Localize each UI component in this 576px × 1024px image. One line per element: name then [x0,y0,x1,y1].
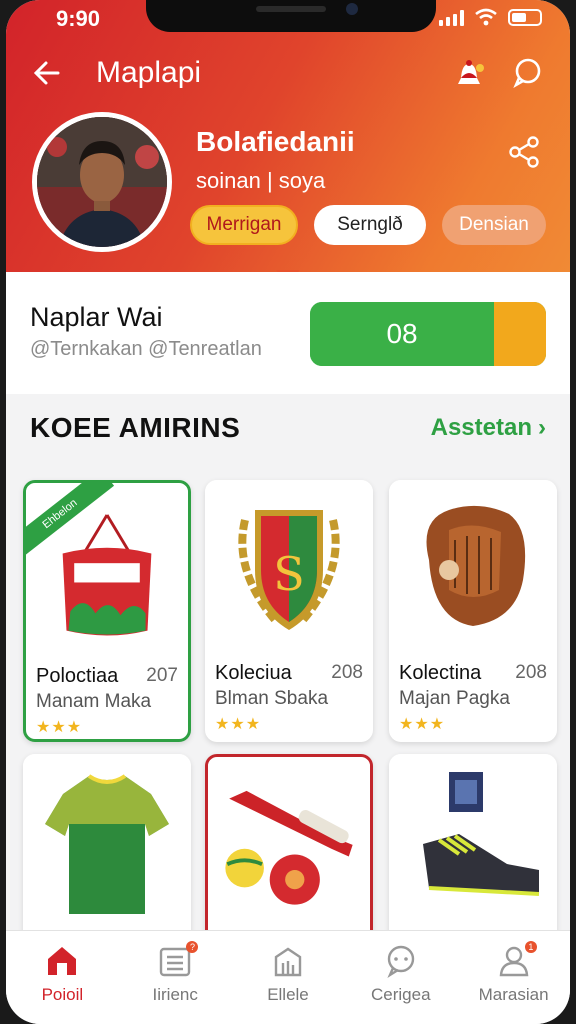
page-title: Maplapi [96,56,202,89]
product-image-glove [389,480,557,650]
product-image-jersey [23,754,191,924]
tab-label: Iirienc [152,985,198,1004]
profile-subtitle: soinan | soya [196,168,326,193]
tab-badge: ? [186,941,199,953]
merrigan-chip[interactable]: Merrigan [190,205,298,245]
status-time: 9:90 [56,6,101,31]
tab-building[interactable]: Ellele [232,931,345,1024]
product-card[interactable] [205,754,373,954]
wifi-icon [475,8,497,26]
user-handle: @Ternkakan @Tenreatlan [30,338,262,360]
tab-label: Cerigea [371,985,431,1004]
tab-profile[interactable]: 1 Marasian [457,931,570,1024]
signal-icon [439,10,464,26]
product-rating: ★★★ [36,719,83,736]
avatar[interactable] [32,112,172,252]
user-summary-card: Naplar Wai @Ternkakan @Tenreatlan 08 [6,272,570,394]
score-value: 08 [310,302,495,366]
phone-screen: 9:90 Maplapi Bolafiedanii soinan | soya … [6,0,570,1024]
svg-text:S: S [273,547,305,601]
home-icon [48,947,77,975]
chevron-right-icon: › [538,414,546,441]
tab-chat[interactable]: Cerigea [344,931,457,1024]
score-bar[interactable]: 08 [310,302,546,366]
product-card[interactable] [23,754,191,954]
product-image-boots [389,754,557,924]
product-rating: ★★★ [399,716,446,733]
product-image-horn-balls [208,757,370,927]
product-subtitle: Blman Sbaka [215,688,329,709]
product-card[interactable]: Ehbelon Poloctiaa 207 Manam Maka ★★★ [23,480,191,742]
product-subtitle: Manam Maka [36,691,152,712]
profile-header: 9:90 Maplapi Bolafiedanii soinan | soya … [6,0,570,272]
status-icons [439,8,542,26]
building-icon [274,947,302,977]
sernglo-chip[interactable]: Sernglð [314,205,426,245]
profile-name: Bolafiedanii [196,126,355,157]
product-card[interactable] [389,754,557,954]
back-arrow-icon[interactable] [32,58,62,88]
product-subtitle: Majan Pagka [399,688,510,709]
device-notch [146,0,436,32]
product-title: Koleciua [215,662,292,684]
section-title: KOEE AMIRINS [30,412,241,443]
product-count: 208 [331,662,363,683]
product-count: 207 [146,665,178,686]
product-card[interactable]: S Koleciua 208 Blman Sbaka ★★★ [205,480,373,742]
chat-icon[interactable] [512,58,542,88]
product-title: Kolectina [399,662,482,684]
product-rating: ★★★ [215,716,262,733]
see-all-label: Asstetan [430,414,532,441]
see-all-link[interactable]: Asstetan › [431,414,546,442]
tab-list[interactable]: ? Iirienc [119,931,232,1024]
notification-hat-icon[interactable] [452,56,486,90]
bottom-tab-bar: Poioil ? Iirienc Ellele Cerigea 1 Marasi… [6,930,570,1024]
share-icon[interactable] [506,134,542,170]
product-image-crest: S [205,480,373,650]
product-count: 208 [515,662,547,683]
score-remainder [494,302,546,366]
product-title: Poloctiaa [36,665,119,687]
tab-badge: 1 [524,941,537,953]
product-card[interactable]: Kolectina 208 Majan Pagka ★★★ [389,480,557,742]
densian-chip[interactable]: Densian [442,205,546,245]
chat-bubble-icon [387,945,414,979]
tab-label: Marasian [478,985,549,1004]
tab-home[interactable]: Poioil [6,931,119,1024]
battery-icon [508,9,542,26]
tab-label: Poioil [41,985,84,1004]
user-name: Naplar Wai [30,302,163,332]
tab-label: Ellele [267,985,309,1004]
